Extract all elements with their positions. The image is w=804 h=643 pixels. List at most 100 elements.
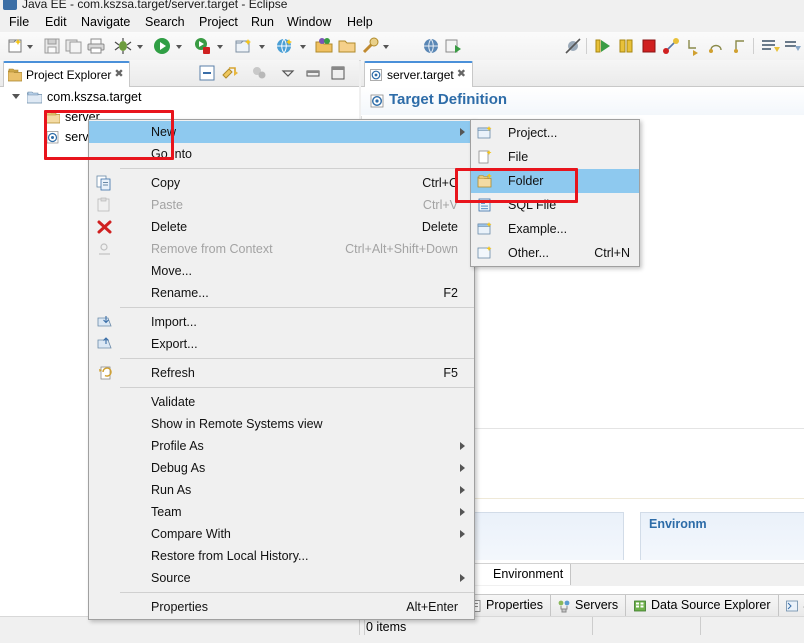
context-menu-item-move[interactable]: Move... <box>89 260 474 282</box>
new-server-icon[interactable] <box>234 36 254 56</box>
run-server-icon[interactable] <box>192 36 212 56</box>
context-menu-item-import[interactable]: Import... <box>89 311 474 333</box>
context-menu-label-source: Source <box>151 571 191 585</box>
context-menu-accel-copy: Ctrl+C <box>422 176 458 190</box>
context-menu-item-debug-as[interactable]: Debug As <box>89 457 474 479</box>
context-menu-item-rename[interactable]: Rename... F2 <box>89 282 474 304</box>
new-submenu-item-project[interactable]: Project... <box>471 121 639 145</box>
window-title-bar: Java EE - com.kszsa.target/server.target… <box>0 0 804 12</box>
new-submenu-item-file[interactable]: File <box>471 145 639 169</box>
menu-search[interactable]: Search <box>140 14 190 30</box>
tab-project-explorer[interactable]: Project Explorer ✖ <box>3 61 131 87</box>
collapse-all-icon[interactable] <box>197 63 217 83</box>
next-annotation-icon[interactable] <box>760 36 780 56</box>
suspend-icon[interactable] <box>616 36 636 56</box>
link-with-editor-icon[interactable] <box>220 63 240 83</box>
disconnect-icon[interactable] <box>661 36 681 56</box>
tab-properties[interactable]: Properties <box>465 595 551 616</box>
menu-navigate[interactable]: Navigate <box>76 14 135 30</box>
main-toolbar <box>0 32 804 61</box>
resume-icon[interactable] <box>593 36 613 56</box>
new-submenu-accel-other: Ctrl+N <box>594 246 630 260</box>
previous-annotation-icon[interactable] <box>783 36 803 56</box>
context-menu-accel-paste: Ctrl+V <box>422 198 458 212</box>
new-submenu-item-example[interactable]: Example... <box>471 217 639 241</box>
new-wizard-dropdown-icon[interactable] <box>27 43 34 50</box>
menu-separator <box>120 387 474 388</box>
tab-server-target[interactable]: server.target ✖ <box>364 61 473 87</box>
step-over-icon[interactable] <box>707 36 727 56</box>
run-as-icon[interactable] <box>444 36 464 56</box>
skip-breakpoints-icon[interactable] <box>563 36 583 56</box>
copy-icon <box>96 175 113 191</box>
context-menu-item-refresh[interactable]: Refresh F5 <box>89 362 474 384</box>
context-menu-item-delete[interactable]: Delete Delete <box>89 216 474 238</box>
open-type-icon[interactable] <box>314 36 334 56</box>
menu-run[interactable]: Run <box>246 14 279 30</box>
context-menu-item-properties[interactable]: Properties Alt+Enter <box>89 596 474 618</box>
menu-window[interactable]: Window <box>282 14 336 30</box>
chevron-right-icon <box>460 128 466 137</box>
context-menu-accel-properties: Alt+Enter <box>406 600 458 614</box>
context-menu-item-validate[interactable]: Validate <box>89 391 474 413</box>
context-menu-item-remove-from-context[interactable]: Remove from Context Ctrl+Alt+Shift+Down <box>89 238 474 260</box>
context-menu-label-run-as: Run As <box>151 483 192 497</box>
context-menu-item-team[interactable]: Team <box>89 501 474 523</box>
context-menu-item-export[interactable]: Export... <box>89 333 474 355</box>
focus-on-active-task-icon[interactable] <box>249 63 269 83</box>
new-server-dropdown-icon[interactable] <box>259 43 266 50</box>
menu-edit[interactable]: Edit <box>40 14 72 30</box>
tree-label-project: com.kszsa.target <box>47 90 142 104</box>
form-tab-environment[interactable]: Environment <box>486 564 572 585</box>
external-tools-icon[interactable] <box>360 36 380 56</box>
minimize-view-icon[interactable] <box>303 63 323 83</box>
new-submenu-item-other[interactable]: Other... Ctrl+N <box>471 241 639 265</box>
run-dropdown-icon[interactable] <box>176 43 183 50</box>
form-header: Target Definition <box>361 87 804 115</box>
close-icon[interactable]: ✖ <box>114 69 125 80</box>
menu-separator <box>120 592 474 593</box>
export-icon <box>96 336 113 352</box>
tree-row-project[interactable]: com.kszsa.target <box>0 87 359 107</box>
context-menu-label-profile-as: Profile As <box>151 439 204 453</box>
context-menu-item-paste[interactable]: Paste Ctrl+V <box>89 194 474 216</box>
new-wizard-icon[interactable] <box>6 36 26 56</box>
save-all-icon[interactable] <box>64 36 84 56</box>
open-browser-dropdown-icon[interactable] <box>300 43 307 50</box>
open-resource-icon[interactable] <box>337 36 357 56</box>
save-icon[interactable] <box>42 36 62 56</box>
web-browser-icon[interactable] <box>421 36 441 56</box>
context-menu-item-run-as[interactable]: Run As <box>89 479 474 501</box>
new-submenu-label-other: Other... <box>508 246 549 260</box>
tab-snippets[interactable]: S <box>782 595 804 616</box>
tab-data-source-explorer[interactable]: Data Source Explorer <box>630 595 779 616</box>
debug-dropdown-icon[interactable] <box>137 43 144 50</box>
context-menu-item-copy[interactable]: Copy Ctrl+C <box>89 172 474 194</box>
project-folder-icon <box>27 90 42 104</box>
context-menu-item-source[interactable]: Source <box>89 567 474 589</box>
debug-icon[interactable] <box>113 36 133 56</box>
chevron-down-icon[interactable] <box>11 93 20 101</box>
external-tools-dropdown-icon[interactable] <box>383 43 390 50</box>
context-menu-label-remove-from-context: Remove from Context <box>151 242 273 256</box>
terminate-icon[interactable] <box>639 36 659 56</box>
menu-project[interactable]: Project <box>194 14 243 30</box>
step-return-icon[interactable] <box>730 36 750 56</box>
menu-separator <box>120 307 474 308</box>
close-icon[interactable]: ✖ <box>457 69 468 80</box>
tab-servers[interactable]: Servers <box>554 595 627 616</box>
context-menu-item-show-in-remote-systems-view[interactable]: Show in Remote Systems view <box>89 413 474 435</box>
context-menu-item-profile-as[interactable]: Profile As <box>89 435 474 457</box>
status-bar: 0 items <box>0 616 804 643</box>
menu-file[interactable]: File <box>4 14 34 30</box>
step-into-icon[interactable] <box>684 36 704 56</box>
run-icon[interactable] <box>152 36 172 56</box>
print-icon[interactable] <box>86 36 106 56</box>
view-menu-icon[interactable] <box>278 63 298 83</box>
menu-help[interactable]: Help <box>342 14 378 30</box>
context-menu-item-compare-with[interactable]: Compare With <box>89 523 474 545</box>
context-menu-item-restore-from-local-history[interactable]: Restore from Local History... <box>89 545 474 567</box>
maximize-view-icon[interactable] <box>328 63 348 83</box>
run-server-dropdown-icon[interactable] <box>217 43 224 50</box>
open-browser-icon[interactable] <box>275 36 295 56</box>
